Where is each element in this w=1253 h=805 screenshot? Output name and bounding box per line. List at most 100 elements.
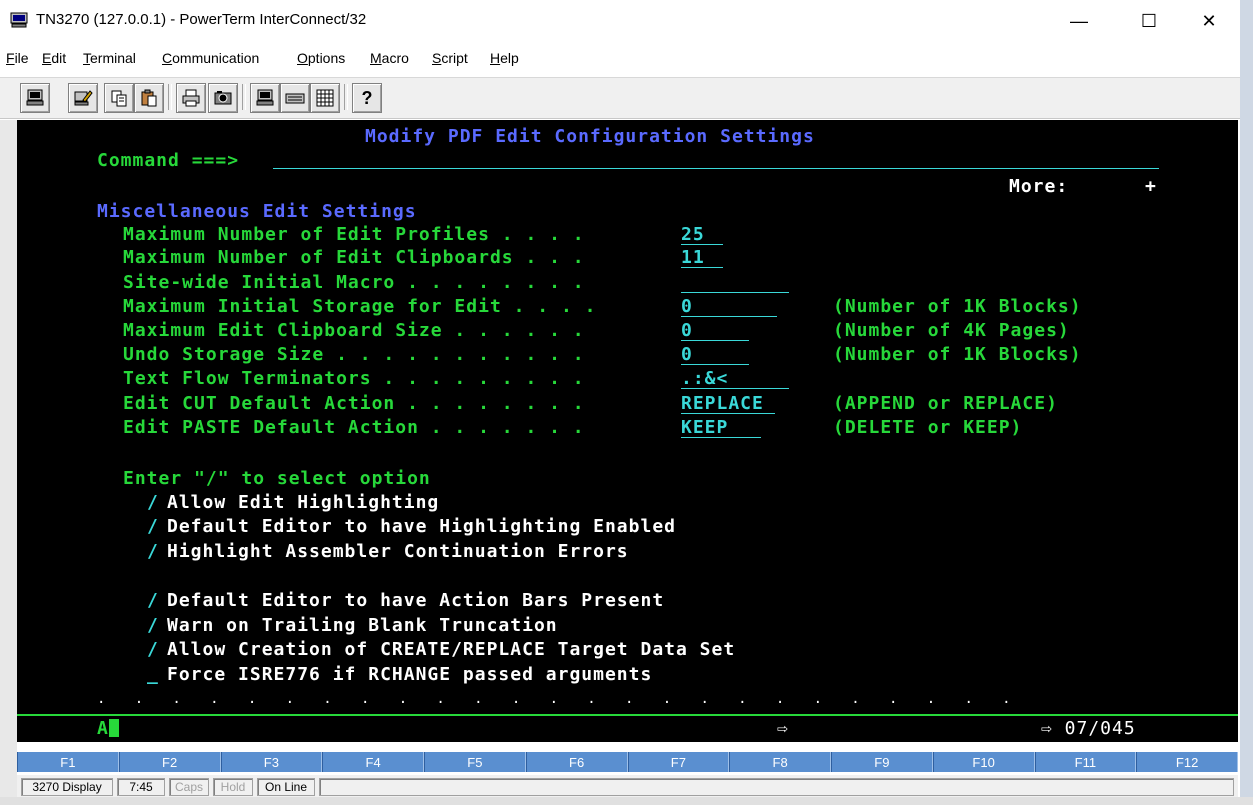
- option-checkbox[interactable]: /: [147, 492, 159, 514]
- setting-value-paste-action[interactable]: KEEP: [681, 417, 728, 439]
- menu-help[interactable]: Help: [490, 50, 519, 66]
- menu-macro[interactable]: Macro: [370, 50, 409, 66]
- toolbar: ?: [0, 77, 1240, 119]
- menu-options[interactable]: Options: [297, 50, 345, 66]
- fkey-f5[interactable]: F5: [424, 752, 526, 772]
- oia-arrow-icon: ⇨: [777, 718, 789, 739]
- option-label: Warn on Trailing Blank Truncation: [167, 615, 558, 636]
- setting-value-clipboards[interactable]: 11: [681, 247, 705, 269]
- fkey-f9[interactable]: F9: [831, 752, 933, 772]
- field-underline: [681, 437, 761, 438]
- paste-icon[interactable]: [134, 83, 164, 113]
- field-underline: [681, 292, 789, 293]
- toolbar-separator: [344, 84, 348, 110]
- setting-hint: (Number of 4K Pages): [833, 320, 1070, 341]
- field-underline: [681, 267, 723, 268]
- print-icon[interactable]: [176, 83, 206, 113]
- status-time: 7:45: [117, 778, 165, 796]
- terminal-app-icon: [10, 12, 28, 28]
- status-online: On Line: [257, 778, 315, 796]
- fkey-f7[interactable]: F7: [627, 752, 730, 772]
- setting-label: Maximum Number of Edit Profiles . . . .: [123, 224, 585, 245]
- setting-label: Maximum Initial Storage for Edit . . . .: [123, 296, 597, 317]
- fkey-f12[interactable]: F12: [1136, 752, 1238, 772]
- command-input[interactable]: [273, 168, 1159, 169]
- section-heading: Miscellaneous Edit Settings: [97, 201, 417, 222]
- field-underline: [681, 340, 749, 341]
- option-checkbox[interactable]: /: [147, 541, 159, 563]
- command-label: Command ===>: [97, 150, 240, 171]
- dots-line: . . . . . . . . . . . . . . . . . . . . …: [97, 691, 1012, 707]
- status-message: [319, 778, 1234, 796]
- background-window-edge: [1240, 0, 1253, 805]
- fkey-f1[interactable]: F1: [17, 752, 119, 772]
- option-checkbox[interactable]: _: [147, 664, 159, 686]
- window-frame-left: [0, 120, 17, 805]
- fkey-f8[interactable]: F8: [729, 752, 831, 772]
- window-title: TN3270 (127.0.0.1) - PowerTerm InterConn…: [36, 11, 367, 28]
- field-underline: [681, 388, 789, 389]
- option-checkbox[interactable]: /: [147, 516, 159, 538]
- function-key-bar: F1 F2 F3 F4 F5 F6 F7 F8 F9 F10 F11 F12: [17, 752, 1238, 772]
- menu-communication[interactable]: Communication: [162, 50, 259, 66]
- select-prompt: Enter "/" to select option: [123, 468, 431, 489]
- copy-icon[interactable]: [104, 83, 134, 113]
- camera-icon[interactable]: [208, 83, 238, 113]
- menu-file[interactable]: File: [6, 50, 29, 66]
- title-bar[interactable]: TN3270 (127.0.0.1) - PowerTerm InterConn…: [0, 0, 1240, 42]
- setting-value-flow-terminators[interactable]: .:&<: [681, 368, 728, 390]
- status-hold: Hold: [213, 778, 253, 796]
- menu-bar: File Edit Terminal Communication Options…: [0, 46, 1240, 72]
- option-label: Allow Edit Highlighting: [167, 492, 440, 513]
- setting-value-edit-profiles[interactable]: 25: [681, 224, 705, 246]
- setting-label: Undo Storage Size . . . . . . . . . . .: [123, 344, 585, 365]
- setting-hint: (Number of 1K Blocks): [833, 296, 1082, 317]
- option-label: Allow Creation of CREATE/REPLACE Target …: [167, 639, 736, 660]
- menu-edit[interactable]: Edit: [42, 50, 66, 66]
- field-underline: [681, 244, 723, 245]
- field-underline: [681, 413, 775, 414]
- option-checkbox[interactable]: /: [147, 615, 159, 637]
- setting-value-undo-storage[interactable]: 0: [681, 344, 693, 366]
- setting-hint: (Number of 1K Blocks): [833, 344, 1082, 365]
- option-checkbox[interactable]: /: [147, 639, 159, 661]
- more-indicator: +: [1145, 176, 1157, 197]
- maximize-button[interactable]: ☐: [1120, 0, 1178, 42]
- fkey-f3[interactable]: F3: [220, 752, 323, 772]
- edit-terminal-icon[interactable]: [68, 83, 98, 113]
- fkey-f6[interactable]: F6: [525, 752, 628, 772]
- minimize-button[interactable]: —: [1050, 0, 1108, 42]
- setting-value-cut-action[interactable]: REPLACE: [681, 393, 764, 415]
- close-button[interactable]: ✕: [1180, 0, 1238, 42]
- fkey-f11[interactable]: F11: [1034, 752, 1137, 772]
- setting-hint: (APPEND or REPLACE): [833, 393, 1058, 414]
- grid-icon[interactable]: [310, 83, 340, 113]
- terminal-screen[interactable]: Modify PDF Edit Configuration Settings C…: [17, 120, 1238, 714]
- window-frame-bottom: [0, 797, 1253, 805]
- terminal-icon[interactable]: [20, 83, 50, 113]
- status-bar: 3270 Display 7:45 Caps Hold On Line: [17, 775, 1238, 797]
- operator-info-area: A ⇨ ⇨ 07/045: [17, 716, 1238, 742]
- setting-value-initial-storage[interactable]: 0: [681, 296, 693, 318]
- help-icon[interactable]: ?: [352, 83, 382, 113]
- fkey-f4[interactable]: F4: [322, 752, 424, 772]
- setting-label: Maximum Number of Edit Clipboards . . .: [123, 247, 585, 268]
- menu-terminal[interactable]: Terminal: [83, 50, 136, 66]
- field-underline: [681, 364, 749, 365]
- option-checkbox[interactable]: /: [147, 590, 159, 612]
- fkey-f10[interactable]: F10: [932, 752, 1035, 772]
- keyboard-icon[interactable]: [280, 83, 310, 113]
- setting-value-clipboard-size[interactable]: 0: [681, 320, 693, 342]
- fkey-f2[interactable]: F2: [118, 752, 221, 772]
- setting-label: Edit CUT Default Action . . . . . . . .: [123, 393, 585, 414]
- option-label: Default Editor to have Highlighting Enab…: [167, 516, 676, 537]
- setting-label: Edit PASTE Default Action . . . . . . .: [123, 417, 585, 438]
- oia-indicator: A: [97, 718, 119, 740]
- session-icon[interactable]: [250, 83, 280, 113]
- more-label: More:: [1009, 176, 1069, 197]
- toolbar-separator: [242, 84, 246, 110]
- menu-script[interactable]: Script: [432, 50, 468, 66]
- setting-label: Maximum Edit Clipboard Size . . . . . .: [123, 320, 585, 341]
- field-underline: [681, 316, 777, 317]
- option-label: Highlight Assembler Continuation Errors: [167, 541, 629, 562]
